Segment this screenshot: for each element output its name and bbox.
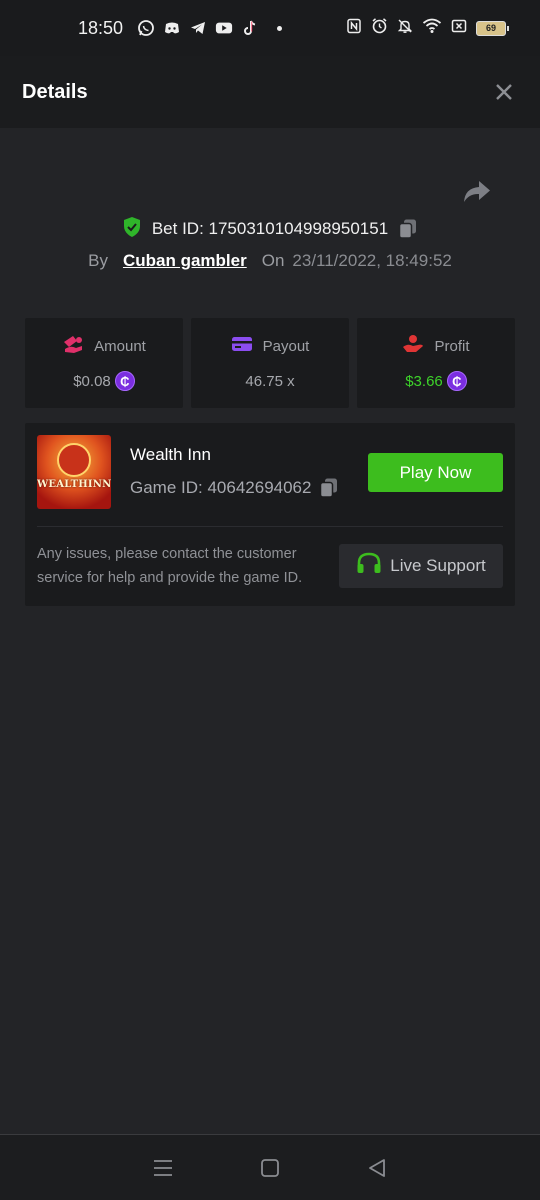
close-icon: [496, 84, 512, 100]
more-notifications-dot: [277, 25, 283, 31]
amount-icon: [62, 334, 84, 358]
payout-card: Payout 46.75 x: [191, 318, 349, 408]
profit-label: Profit: [434, 337, 470, 355]
share-icon: [464, 181, 490, 202]
profit-card: Profit $3.66 ₵: [357, 318, 515, 408]
status-time: 18:50: [78, 17, 124, 38]
battery-icon: 69: [476, 20, 509, 36]
bet-meta-row: By Cuban gambler On 23/11/2022, 18:49:52: [0, 247, 540, 275]
telegram-icon: [189, 19, 207, 37]
menu-icon: [154, 1159, 173, 1176]
back-button[interactable]: [362, 1153, 392, 1183]
notification-icons: [137, 19, 283, 37]
alarm-icon: [371, 17, 388, 39]
recent-apps-button[interactable]: [148, 1153, 178, 1183]
tiktok-icon: [241, 19, 259, 37]
youtube-icon: [215, 19, 233, 37]
amount-value: $0.08: [73, 372, 111, 390]
back-triangle-icon: [368, 1158, 385, 1177]
on-label: On: [261, 251, 285, 270]
headset-icon: [356, 552, 382, 581]
live-support-label: Live Support: [390, 556, 486, 575]
system-icons: 69: [346, 17, 509, 39]
game-id-row: Game ID: 40642694062: [130, 477, 339, 499]
payout-icon: [231, 335, 253, 357]
amount-label: Amount: [94, 337, 146, 355]
by-label: By: [88, 251, 108, 270]
coin-icon: ₵: [114, 371, 135, 391]
game-name: Wealth Inn: [130, 445, 211, 464]
system-navigation-bar: [0, 1134, 540, 1200]
game-character-image: [57, 443, 91, 477]
copy-icon: [398, 219, 417, 239]
wifi-icon: [422, 17, 442, 39]
copy-bet-id-button[interactable]: [398, 218, 418, 240]
bet-id: Bet ID: 1750310104998950151: [151, 219, 389, 238]
close-button[interactable]: [490, 78, 518, 106]
game-thumbnail[interactable]: WEALTHINN: [37, 435, 111, 509]
username-link[interactable]: Cuban gambler: [123, 251, 247, 271]
amount-card: Amount $0.08 ₵: [25, 318, 183, 408]
payout-value: 46.75 x: [245, 372, 295, 390]
details-header: Details: [0, 56, 540, 128]
copy-icon: [320, 478, 338, 498]
game-card: WEALTHINN Wealth Inn Game ID: 4064269406…: [25, 423, 515, 606]
support-notice: Any issues, please contact the customer …: [37, 546, 303, 586]
home-button[interactable]: [255, 1153, 285, 1183]
share-button[interactable]: [462, 178, 492, 206]
game-id: Game ID: 40642694062: [130, 478, 312, 497]
coin-icon: ₵: [446, 371, 467, 391]
copy-game-id-button[interactable]: [319, 477, 339, 499]
bet-date: 23/11/2022, 18:49:52: [292, 251, 452, 270]
page-title: Details: [22, 80, 88, 103]
whatsapp-icon: [137, 19, 155, 37]
game-thumbnail-logo: WEALTHINN: [37, 479, 111, 490]
play-now-button[interactable]: Play Now: [368, 453, 503, 492]
divider: [37, 526, 503, 527]
payout-label: Payout: [262, 337, 310, 355]
profit-icon: [402, 334, 424, 358]
bet-id-row: Bet ID: 1750310104998950151: [0, 214, 540, 244]
discord-icon: [163, 19, 181, 37]
live-support-button[interactable]: Live Support: [339, 544, 503, 588]
verified-shield-icon: [122, 216, 142, 243]
no-sim-icon: [451, 18, 467, 39]
profit-value: $3.66: [405, 372, 443, 390]
bet-stats: Amount $0.08 ₵ Payout 46.75 x Profit $3.…: [25, 318, 515, 408]
mute-icon: [397, 18, 413, 39]
home-square-icon: [261, 1158, 279, 1177]
nfc-icon: [346, 18, 362, 39]
status-bar: 18:50 69: [0, 0, 540, 56]
